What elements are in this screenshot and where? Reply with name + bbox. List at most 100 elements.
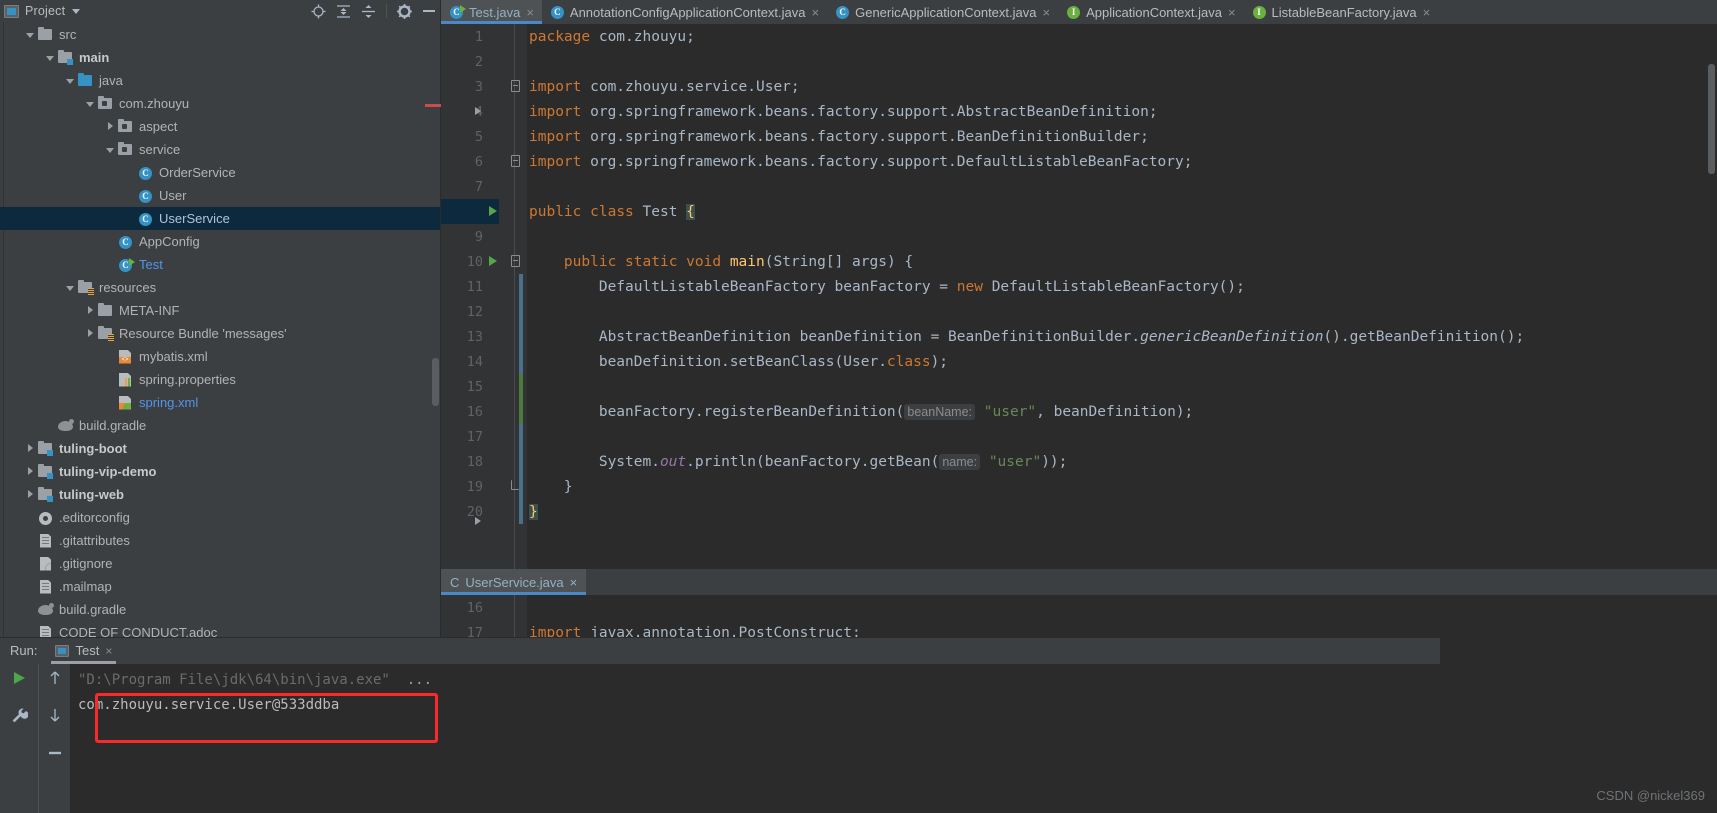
gutter-marks xyxy=(487,124,527,149)
line-number: 3 xyxy=(474,78,483,95)
tree-node-label: aspect xyxy=(139,119,178,134)
locate-icon[interactable] xyxy=(311,4,326,19)
project-sidebar: Project src main java com.zhouyu aspect … xyxy=(0,0,441,637)
line-number: 6 xyxy=(474,153,483,170)
chevron-down-icon[interactable] xyxy=(64,74,77,87)
tree-node-userservice[interactable]: C UserService xyxy=(0,207,440,230)
code-text: import org.springframework.beans.factory… xyxy=(529,103,1158,120)
tree-node-test[interactable]: C Test xyxy=(0,253,440,276)
tree-node-spring-properties[interactable]: spring.properties xyxy=(0,368,440,391)
console-output[interactable]: "D:\Program File\jdk\64\bin\java.exe" ..… xyxy=(70,664,1440,813)
document-file-icon xyxy=(37,533,54,549)
tree-node-gitignore[interactable]: .gitignore xyxy=(0,552,440,575)
arrow-up-icon[interactable] xyxy=(48,670,62,691)
split-editor-tabbar[interactable]: C UserService.java × xyxy=(441,569,1717,595)
code-line-13: 13 AbstractBeanDefinition beanDefinition… xyxy=(441,324,1717,349)
tree-node-mailmap[interactable]: .mailmap xyxy=(0,575,440,598)
tree-node-meta-inf[interactable]: META-INF xyxy=(0,299,440,322)
tab-genericapplicationcontext-java[interactable]: C GenericApplicationContext.java × xyxy=(827,0,1058,24)
tree-node-java[interactable]: java xyxy=(0,69,440,92)
code-line-19: 19 } xyxy=(441,474,1717,499)
code-editor-test-java[interactable]: 1 package com.zhouyu; 2 3 import com.zhouyu.… xyxy=(441,24,1717,569)
code-fold-icon[interactable] xyxy=(511,480,519,490)
run-icon[interactable] xyxy=(11,670,27,691)
tree-node-orderservice[interactable]: C OrderService xyxy=(0,161,440,184)
tree-node-build-gradle[interactable]: build.gradle xyxy=(0,598,440,621)
chevron-right-icon[interactable] xyxy=(24,465,37,478)
sidebar-scrollbar[interactable] xyxy=(432,358,439,406)
close-icon[interactable]: × xyxy=(570,575,578,590)
collapse-all-icon[interactable] xyxy=(361,4,376,19)
tree-node-editorconfig[interactable]: .editorconfig xyxy=(0,506,440,529)
tree-node-aspect[interactable]: aspect xyxy=(0,115,440,138)
tree-node-main[interactable]: main xyxy=(0,46,440,69)
chevron-right-icon[interactable] xyxy=(84,304,97,317)
expand-all-icon[interactable] xyxy=(336,4,351,19)
tree-node-appconfig[interactable]: C AppConfig xyxy=(0,230,440,253)
minimize-icon[interactable] xyxy=(422,4,436,18)
close-icon[interactable]: × xyxy=(526,6,534,19)
minus-icon[interactable] xyxy=(47,744,63,762)
chevron-down-icon[interactable] xyxy=(64,281,77,294)
chevron-down-icon[interactable] xyxy=(84,97,97,110)
tree-node-tuling-web[interactable]: tuling-web xyxy=(0,483,440,506)
console-line-suffix: ... xyxy=(389,672,433,688)
tree-node-user[interactable]: C User xyxy=(0,184,440,207)
tree-node-com-zhouyu[interactable]: com.zhouyu xyxy=(0,92,440,115)
run-panel-header: Run: Test × xyxy=(0,637,1440,664)
gradle-file-icon xyxy=(37,602,54,618)
tree-node-spring-xml[interactable]: spring.xml xyxy=(0,391,440,414)
close-icon[interactable]: × xyxy=(1228,6,1236,19)
console-line-text: com.zhouyu.service.User@533ddba xyxy=(78,697,340,713)
tab-test-java[interactable]: C Test.java × xyxy=(441,0,542,24)
code-fold-icon[interactable] xyxy=(511,255,520,267)
code-fold-icon[interactable] xyxy=(511,155,520,167)
close-icon[interactable]: × xyxy=(1423,6,1431,19)
tree-node-code-of-conduct-adoc[interactable]: CODE OF CONDUCT.adoc xyxy=(0,621,440,637)
tree-node-label: main xyxy=(79,50,110,65)
tree-node-src[interactable]: src xyxy=(0,23,440,46)
chevron-down-icon[interactable] xyxy=(24,28,37,41)
tree-node-gitattributes[interactable]: .gitattributes xyxy=(0,529,440,552)
tab-applicationcontext-java[interactable]: I ApplicationContext.java × xyxy=(1058,0,1243,24)
tree-node-label: spring.properties xyxy=(139,372,236,387)
chevron-down-icon[interactable] xyxy=(104,143,117,156)
tree-node-label: java xyxy=(99,73,123,88)
code-fold-icon[interactable] xyxy=(511,80,520,92)
arrow-down-icon[interactable] xyxy=(48,707,62,728)
run-tab-test[interactable]: Test × xyxy=(47,638,120,664)
tab-annotationconfigapplicationcontext-java[interactable]: C AnnotationConfigApplicationContext.java… xyxy=(542,0,827,24)
run-gutter-icon[interactable] xyxy=(489,256,497,266)
project-tree[interactable]: src main java com.zhouyu aspect service C Order… xyxy=(0,22,440,637)
tree-node-build-gradle[interactable]: build.gradle xyxy=(0,414,440,437)
close-icon[interactable]: × xyxy=(105,644,112,658)
tab-listablebeanfactory-java[interactable]: I ListableBeanFactory.java × xyxy=(1244,0,1439,24)
tree-node-resources[interactable]: resources xyxy=(0,276,440,299)
tab-userservice-java[interactable]: C UserService.java × xyxy=(441,569,587,595)
chevron-right-icon[interactable] xyxy=(24,442,37,455)
close-icon[interactable]: × xyxy=(1043,6,1051,19)
chevron-down-icon[interactable] xyxy=(72,8,81,14)
gutter-marks xyxy=(475,499,527,525)
class-icon: C xyxy=(550,5,564,19)
tree-node-tuling-vip-demo[interactable]: tuling-vip-demo xyxy=(0,460,440,483)
close-icon[interactable]: × xyxy=(812,6,820,19)
run-gutter-icon[interactable] xyxy=(489,206,497,216)
tree-node-label: META-INF xyxy=(119,303,180,318)
tree-node-service[interactable]: service xyxy=(0,138,440,161)
editor-scrollbar[interactable] xyxy=(1708,64,1715,174)
gutter-marks xyxy=(487,249,527,274)
tree-node-label: Test xyxy=(139,257,163,272)
tree-node-resource-bundle-messages[interactable]: Resource Bundle 'messages' xyxy=(0,322,440,345)
chevron-down-icon[interactable] xyxy=(44,51,57,64)
tree-node-mybatis-xml[interactable]: <> mybatis.xml xyxy=(0,345,440,368)
chevron-right-icon[interactable] xyxy=(104,120,117,133)
tree-node-tuling-boot[interactable]: tuling-boot xyxy=(0,437,440,460)
editor-tabbar[interactable]: C Test.java × C AnnotationConfigApplicationC… xyxy=(441,0,1717,24)
console-line-text: "D:\Program File\jdk\64\bin\java.exe" xyxy=(78,672,390,688)
gear-icon[interactable] xyxy=(397,3,412,19)
chevron-right-icon[interactable] xyxy=(24,488,37,501)
wrench-icon[interactable] xyxy=(11,707,29,729)
chevron-right-icon[interactable] xyxy=(84,327,97,340)
